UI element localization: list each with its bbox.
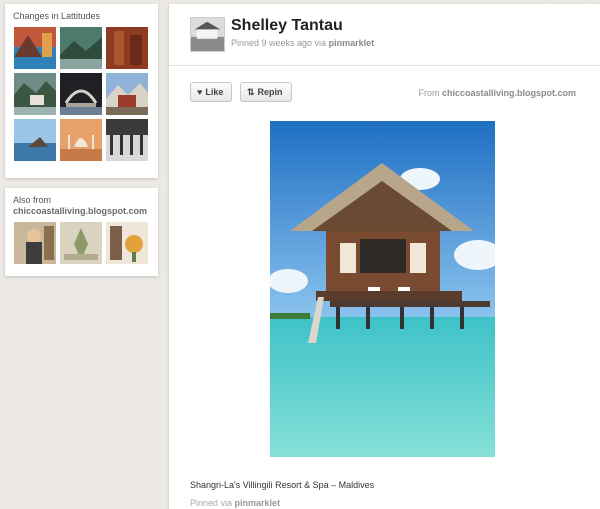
from-source: From chiccoastalliving.blogspot.com	[418, 88, 576, 98]
also-from-label: Also from	[13, 195, 52, 205]
pinned-source-link[interactable]: pinmarklet	[329, 38, 375, 48]
user-avatar[interactable]	[190, 17, 225, 52]
board-thumb-3[interactable]	[106, 27, 148, 69]
board-thumb-1[interactable]	[14, 27, 56, 69]
board-thumb-9[interactable]	[106, 119, 148, 161]
board-thumb-7[interactable]	[14, 119, 56, 161]
also-thumb-1[interactable]	[14, 222, 56, 264]
user-name-link[interactable]: Shelley Tantau	[231, 17, 343, 35]
watermark: 互联网的一些事 www.yixieshi.com	[505, 5, 596, 27]
repin-icon: ⇅	[247, 86, 255, 97]
like-label: Like	[205, 87, 224, 97]
pinned-time-text: Pinned 9 weeks ago via	[231, 38, 327, 48]
also-thumb-3[interactable]	[106, 222, 148, 264]
from-prefix: From	[418, 88, 440, 98]
pin-detail-panel: Shelley Tantau Pinned 9 weeks ago via pi…	[169, 4, 600, 509]
board-thumb-8[interactable]	[60, 119, 102, 161]
heart-icon: ♥	[197, 87, 203, 97]
pinned-via-prefix: Pinned via	[190, 498, 233, 508]
also-thumb-grid	[14, 222, 148, 264]
also-thumb-2[interactable]	[60, 222, 102, 264]
like-button[interactable]: ♥ Like	[190, 82, 232, 102]
also-from-card: Also from chiccoastalliving.blogspot.com	[5, 188, 158, 276]
also-from-source-link[interactable]: chiccoastalliving.blogspot.com	[13, 206, 158, 217]
pinned-via-link[interactable]: pinmarklet	[235, 498, 281, 508]
watermark-line1: 互联网的一些事	[505, 4, 596, 16]
board-thumb-6[interactable]	[106, 73, 148, 115]
repin-label: Repin	[257, 87, 283, 97]
from-source-link[interactable]: chiccoastalliving.blogspot.com	[442, 88, 576, 98]
pinned-via: Pinned via pinmarklet	[190, 498, 280, 508]
repin-button[interactable]: ⇅ Repin	[240, 82, 292, 102]
board-thumb-grid	[14, 27, 148, 161]
pin-caption: Shangri-La's Villingili Resort & Spa – M…	[190, 480, 375, 490]
pin-image[interactable]	[270, 121, 495, 457]
board-thumb-4[interactable]	[14, 73, 56, 115]
board-title[interactable]: Changes in Lattitudes	[5, 4, 158, 22]
pin-meta: Pinned 9 weeks ago via pinmarklet	[231, 38, 374, 48]
watermark-line2: www.yixieshi.com	[525, 16, 596, 26]
board-card: Changes in Lattitudes	[5, 4, 158, 178]
board-thumb-5[interactable]	[60, 73, 102, 115]
board-thumb-2[interactable]	[60, 27, 102, 69]
also-from-title: Also from chiccoastalliving.blogspot.com	[5, 188, 158, 217]
